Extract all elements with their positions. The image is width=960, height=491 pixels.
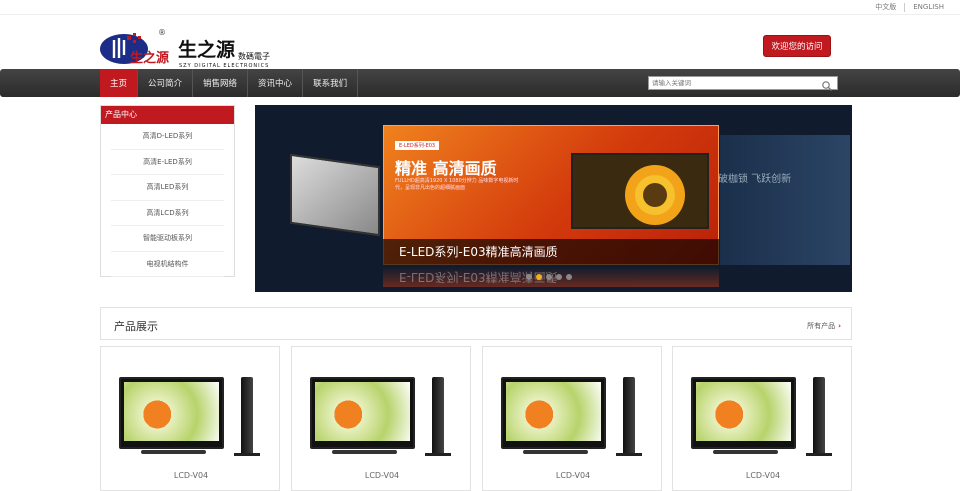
banner-tv-image bbox=[571, 153, 709, 229]
banner-tv-image-left bbox=[290, 153, 380, 237]
products-section-header: 产品展示 所有产品 › bbox=[100, 307, 852, 340]
banner-title: 精准 高清画质 bbox=[395, 159, 497, 178]
chevron-right-icon: › bbox=[838, 322, 841, 330]
product-tv-image bbox=[119, 377, 224, 449]
products-title: 产品展示 bbox=[114, 320, 158, 333]
tv-screen-fruit-image bbox=[124, 382, 219, 441]
carousel-indicators bbox=[526, 274, 572, 280]
sidebar-item-led[interactable]: 高清LED系列 bbox=[111, 175, 224, 201]
product-name[interactable]: LCD-V04 bbox=[483, 471, 663, 480]
nav-news[interactable]: 资讯中心 bbox=[248, 69, 304, 97]
tv-side-view bbox=[241, 377, 253, 455]
carousel-dot[interactable] bbox=[556, 274, 562, 280]
tv-side-view bbox=[813, 377, 825, 455]
product-category-sidebar: 产品中心 高清D-LED系列 高清E-LED系列 高清LED系列 高清LCD系列… bbox=[100, 105, 235, 277]
main-nav-items: 主页 公司简介 销售网络 资讯中心 联系我们 bbox=[100, 69, 359, 97]
search-icon[interactable] bbox=[821, 77, 833, 91]
svg-text:SZY DIGITAL ELECTRONICS: SZY DIGITAL ELECTRONICS bbox=[179, 63, 269, 68]
sidebar-item-lcd[interactable]: 高清LCD系列 bbox=[111, 201, 224, 226]
all-products-link[interactable]: 所有产品 › bbox=[807, 321, 841, 331]
carousel-dot[interactable] bbox=[546, 274, 552, 280]
nav-about[interactable]: 公司简介 bbox=[138, 69, 194, 97]
tv-stand bbox=[141, 450, 206, 454]
sidebar-item-eled[interactable]: 高清E-LED系列 bbox=[111, 150, 224, 175]
nav-contact[interactable]: 联系我们 bbox=[303, 69, 359, 97]
tv-stand bbox=[332, 450, 397, 454]
product-name[interactable]: LCD-V04 bbox=[101, 471, 281, 480]
carousel-dot[interactable] bbox=[526, 274, 532, 280]
banner-background-right bbox=[720, 135, 850, 265]
product-card[interactable]: LCD-V04 bbox=[100, 346, 280, 491]
nav-sales-network[interactable]: 销售网络 bbox=[193, 69, 249, 97]
tv-side-view bbox=[432, 377, 444, 455]
tv-side-base bbox=[806, 453, 832, 456]
site-header: 生之源 ® 生之源 数碼電子 SZY DIGITAL ELECTRONICS 欢… bbox=[0, 14, 960, 69]
lang-en-link[interactable]: ENGLISH bbox=[905, 3, 952, 11]
banner-caption: E-LED系列-E03精准高清画质 bbox=[383, 239, 719, 265]
banner-tag: E-LED系列-E03 bbox=[395, 141, 440, 150]
svg-text:数碼電子: 数碼電子 bbox=[238, 51, 270, 61]
lang-cn-link[interactable]: 中文版 bbox=[867, 2, 904, 12]
banner-subtitle: FULLHD超高清1920 X 1080分辨力 品味数字电视新时代，呈现非凡出色… bbox=[395, 178, 519, 191]
welcome-button[interactable]: 欢迎您的访问 bbox=[763, 35, 831, 57]
tv-side-base bbox=[425, 453, 451, 456]
product-tv-image bbox=[691, 377, 796, 449]
tv-side-base bbox=[616, 453, 642, 456]
sidebar-title: 产品中心 bbox=[101, 106, 234, 124]
carousel-dot-active[interactable] bbox=[536, 274, 542, 280]
tv-screen-fruit-image bbox=[506, 382, 601, 441]
tv-side-view bbox=[623, 377, 635, 455]
tv-screen-fruit-image bbox=[315, 382, 410, 441]
tv-screen-fruit-image bbox=[696, 382, 791, 441]
sidebar-item-tv-parts[interactable]: 电视机结构件 bbox=[111, 252, 224, 277]
nav-home[interactable]: 主页 bbox=[100, 69, 139, 97]
all-products-label: 所有产品 bbox=[807, 322, 836, 330]
brand-logo[interactable]: 生之源 ® 生之源 数碼電子 SZY DIGITAL ELECTRONICS bbox=[100, 22, 290, 69]
svg-text:生之源: 生之源 bbox=[130, 50, 169, 66]
search-input[interactable] bbox=[649, 77, 821, 89]
product-tv-image bbox=[310, 377, 415, 449]
product-card[interactable]: LCD-V04 bbox=[482, 346, 662, 491]
tv-side-base bbox=[234, 453, 260, 456]
search-box bbox=[648, 76, 838, 91]
carousel-dot[interactable] bbox=[566, 274, 572, 280]
product-card[interactable]: LCD-V04 bbox=[291, 346, 471, 491]
sidebar-item-driver-board[interactable]: 智能驱动板系列 bbox=[111, 226, 224, 252]
product-name[interactable]: LCD-V04 bbox=[673, 471, 853, 480]
product-name[interactable]: LCD-V04 bbox=[292, 471, 472, 480]
tv-stand bbox=[523, 450, 588, 454]
tv-stand bbox=[713, 450, 778, 454]
svg-text:生之源: 生之源 bbox=[178, 38, 235, 61]
top-language-bar: 中文版 ENGLISH bbox=[0, 0, 960, 14]
product-tv-image bbox=[501, 377, 606, 449]
product-card[interactable]: LCD-V04 bbox=[672, 346, 852, 491]
sidebar-item-dled[interactable]: 高清D-LED系列 bbox=[111, 124, 224, 150]
svg-text:®: ® bbox=[158, 28, 166, 37]
banner-right-slogan: 破枷锁 飞跃创新 bbox=[718, 174, 792, 185]
